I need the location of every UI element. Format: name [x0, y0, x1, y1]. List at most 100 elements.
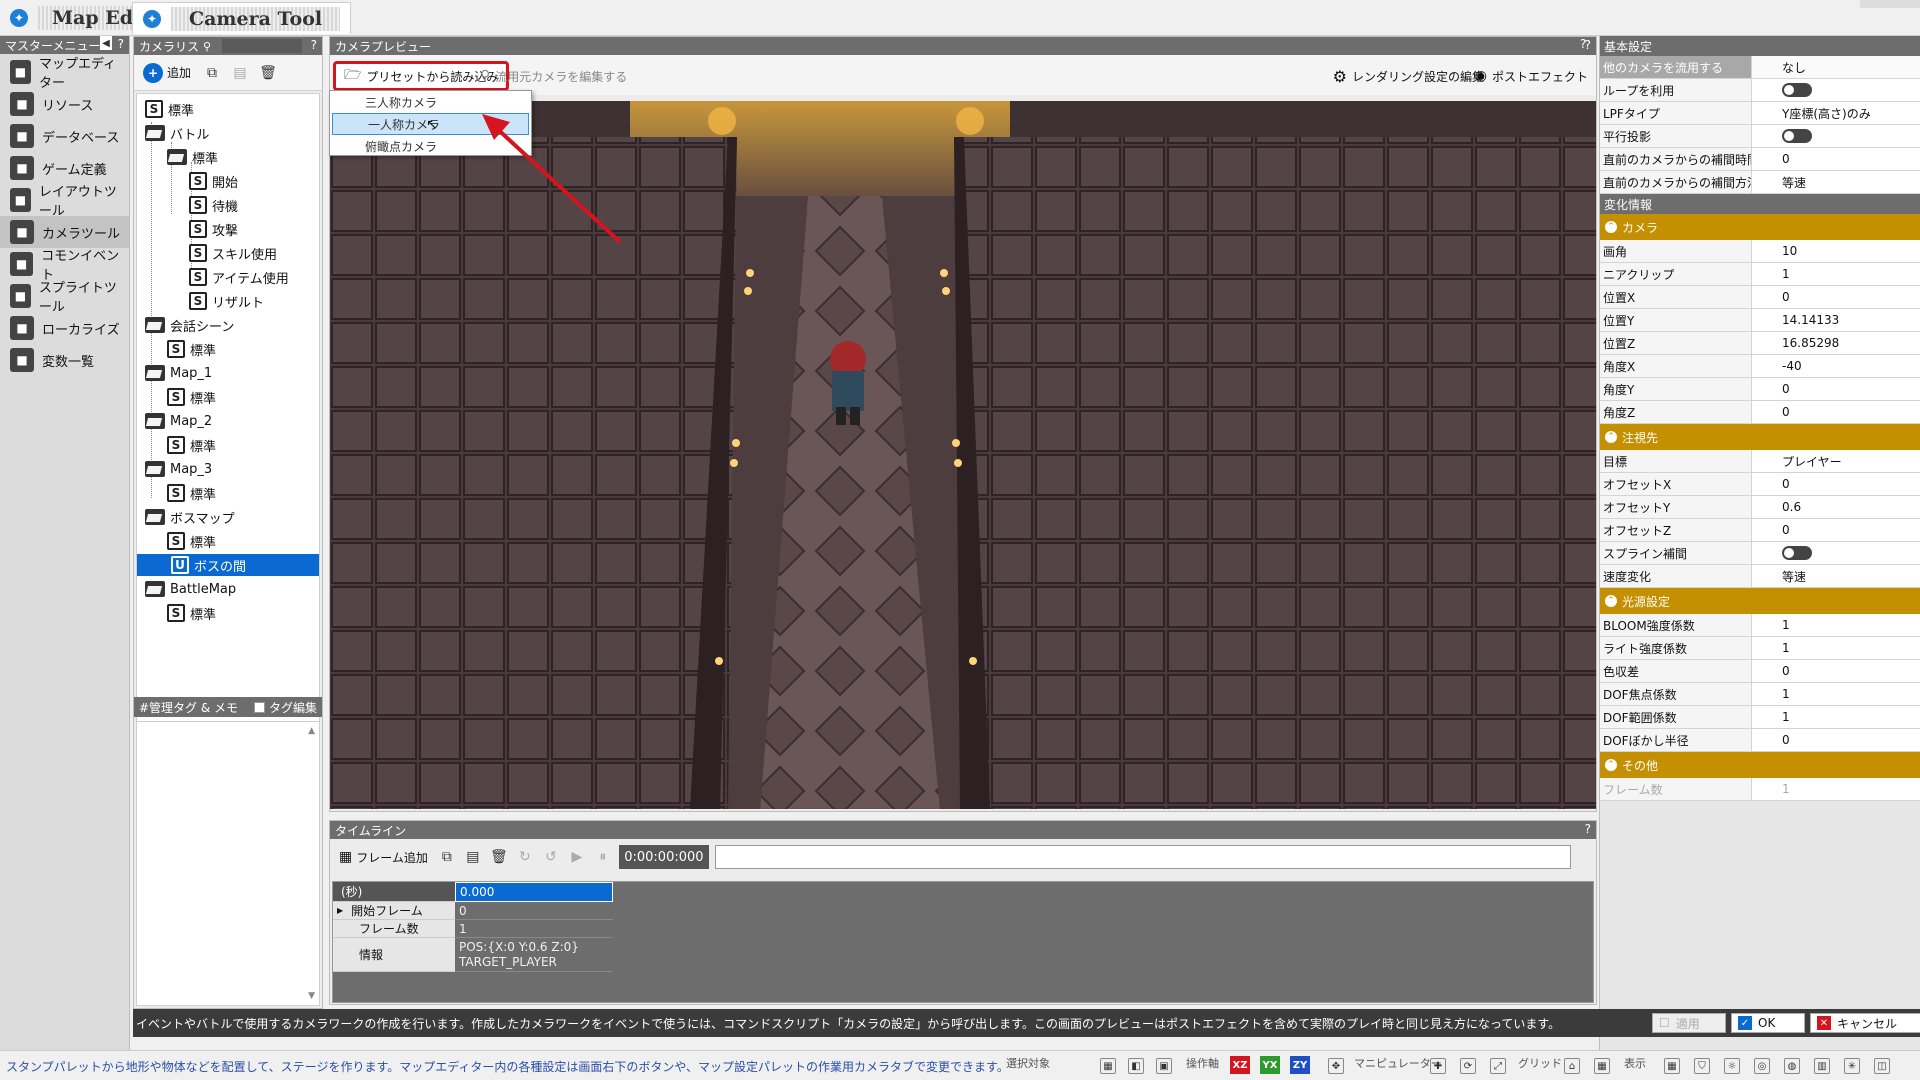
tree-camera-item[interactable]: S 標準 [167, 338, 216, 360]
scroll-up-icon[interactable]: ▲ [308, 726, 315, 736]
axis-zy-button[interactable]: ZY [1290, 1056, 1310, 1074]
property-value[interactable]: 16.85298 [1752, 332, 1920, 354]
help-icon[interactable]: ? [311, 38, 317, 52]
copy-icon[interactable]: ⧉ [202, 63, 222, 83]
timeline-value-cell[interactable]: 0 [455, 902, 613, 920]
tree-folder[interactable]: バトル [145, 122, 209, 144]
timeline-value-cell[interactable]: POS:{X:0 Y:0.6 Z:0} TARGET_PLAYER [455, 938, 613, 972]
play-icon[interactable]: ▶ [567, 847, 587, 867]
property-value[interactable]: 0 [1752, 148, 1920, 170]
scale-icon[interactable]: ⤢ [1490, 1058, 1506, 1074]
property-value[interactable]: 1 [1752, 637, 1920, 659]
property-value[interactable]: 1 [1752, 683, 1920, 705]
display-grid-icon[interactable]: ▦ [1664, 1058, 1680, 1074]
cancel-button[interactable]: ✕ キャンセル [1810, 1013, 1920, 1033]
master-menu-item-common-event[interactable]: ■ コモンイベント [0, 248, 129, 283]
tree-camera-item[interactable]: S アイテム使用 [189, 266, 289, 288]
timeline-value-cell[interactable]: 1 [455, 920, 613, 938]
property-value[interactable]: 0 [1752, 519, 1920, 541]
property-value[interactable]: 0 [1752, 473, 1920, 495]
undo-icon[interactable]: ↺ [541, 847, 561, 867]
section-header-2[interactable]: ⌃ 光源設定 [1600, 588, 1920, 614]
master-menu-item-map-editor[interactable]: ■ マップエディター [0, 56, 129, 91]
property-value[interactable]: 0 [1752, 729, 1920, 751]
property-value[interactable] [1752, 125, 1920, 147]
select-event-icon[interactable]: ▣ [1156, 1058, 1172, 1074]
display-light-icon[interactable]: ☼ [1724, 1058, 1740, 1074]
tag-edit-toggle[interactable]: タグ編集 [253, 699, 317, 716]
property-value[interactable]: 0 [1752, 378, 1920, 400]
property-value[interactable]: -40 [1752, 355, 1920, 377]
display-table-icon[interactable]: ▥ [1814, 1058, 1830, 1074]
post-effect-button[interactable]: ◉ ポストエフェクト [1475, 64, 1588, 88]
master-menu-item-camera-tool[interactable]: ■ カメラツール [0, 216, 129, 248]
paste-icon[interactable]: ▤ [230, 63, 250, 83]
property-value[interactable]: Y座標(高さ)のみ [1752, 102, 1920, 124]
tree-camera-item[interactable]: S 待機 [189, 194, 238, 216]
tree-camera-item[interactable]: U ボスの間 [137, 554, 319, 576]
help-icon[interactable]: ? [118, 37, 124, 51]
edit-source-camera-button[interactable]: ⚲ 流用元カメラを編集する [480, 64, 627, 88]
paste-icon[interactable]: ▤ [463, 847, 483, 867]
timeline-scrubber[interactable] [714, 845, 1571, 869]
tab-map-editor[interactable]: ✦ Map Editor [0, 2, 148, 34]
camera-search-input[interactable] [222, 39, 302, 53]
tree-camera-item[interactable]: S リザルト [189, 290, 264, 312]
delete-icon[interactable]: 🗑 [258, 63, 278, 83]
manipulator-icon[interactable]: ✥ [1328, 1058, 1344, 1074]
property-value[interactable]: 等速 [1752, 565, 1920, 587]
section-header-1[interactable]: ⌃ 注視先 [1600, 424, 1920, 450]
add-frame-button[interactable]: ▦ フレーム追加 [336, 845, 431, 869]
master-menu-item-database[interactable]: ■ データベース [0, 120, 129, 152]
tree-folder[interactable]: BattleMap [145, 578, 236, 600]
tree-camera-item[interactable]: S 開始 [189, 170, 238, 192]
property-value[interactable]: 0 [1752, 286, 1920, 308]
toggle-switch[interactable] [1782, 546, 1812, 560]
property-value[interactable]: 0 [1752, 660, 1920, 682]
tree-camera-item[interactable]: S 標準 [167, 386, 216, 408]
master-menu-item-resource[interactable]: ■ リソース [0, 88, 129, 120]
tree-folder[interactable]: Map_1 [145, 362, 212, 384]
help-icon[interactable]: ? [1580, 37, 1586, 51]
tree-camera-item[interactable]: S 攻撃 [189, 218, 238, 240]
select-object-icon[interactable]: ◧ [1128, 1058, 1144, 1074]
section-header-3[interactable]: ⌃ その他 [1600, 752, 1920, 778]
property-value[interactable]: 1 [1752, 778, 1920, 800]
memo-textarea[interactable]: ▲ ▼ [136, 721, 320, 1006]
help-icon[interactable]: ? [1585, 822, 1591, 836]
rotate-icon[interactable]: ⟳ [1460, 1058, 1476, 1074]
property-value[interactable]: 1 [1752, 263, 1920, 285]
tree-folder[interactable]: Map_2 [145, 410, 212, 432]
expand-arrow-icon[interactable]: ▶ [337, 906, 343, 915]
display-sound-icon[interactable]: ◍ [1784, 1058, 1800, 1074]
tree-folder[interactable]: 標準 [167, 146, 218, 168]
master-menu-item-sprite-tool[interactable]: ■ スプライトツール [0, 280, 129, 315]
copy-icon[interactable]: ⧉ [437, 847, 457, 867]
master-menu-item-game-definition[interactable]: ■ ゲーム定義 [0, 152, 129, 184]
master-menu-item-layout-tool[interactable]: ■ レイアウトツール [0, 184, 129, 219]
tree-camera-item[interactable]: S 標準 [145, 98, 194, 120]
property-value[interactable]: 1 [1752, 706, 1920, 728]
property-value[interactable]: プレイヤー [1752, 450, 1920, 472]
property-value[interactable]: 10 [1752, 240, 1920, 262]
delete-icon[interactable]: 🗑 [489, 847, 509, 867]
tree-folder[interactable]: 会話シーン [145, 314, 234, 336]
tree-folder[interactable]: Map_3 [145, 458, 212, 480]
property-value[interactable]: 14.14133 [1752, 309, 1920, 331]
window-controls[interactable] [1860, 0, 1920, 8]
tree-camera-item[interactable]: S 標準 [167, 482, 216, 504]
display-camera-icon[interactable]: ◎ [1754, 1058, 1770, 1074]
ok-button[interactable]: ✓ OK [1731, 1013, 1805, 1033]
render-settings-button[interactable]: ⚙ レンダリング設定の編集 [1333, 64, 1484, 88]
axis-xz-button[interactable]: XZ [1230, 1056, 1250, 1074]
grid-snap-icon[interactable]: ⌂ [1564, 1058, 1580, 1074]
tree-camera-item[interactable]: S 標準 [167, 434, 216, 456]
property-value[interactable]: 0.6 [1752, 496, 1920, 518]
property-value[interactable]: なし [1752, 56, 1920, 78]
select-grid-icon[interactable]: ▦ [1100, 1058, 1116, 1074]
property-value[interactable] [1752, 542, 1920, 564]
timeline-value-cell[interactable]: 0.000 [455, 882, 613, 902]
toggle-switch[interactable] [1782, 129, 1812, 143]
tab-camera-tool[interactable]: ✦ Camera Tool [132, 2, 352, 34]
display-effect-icon[interactable]: ✳ [1844, 1058, 1860, 1074]
